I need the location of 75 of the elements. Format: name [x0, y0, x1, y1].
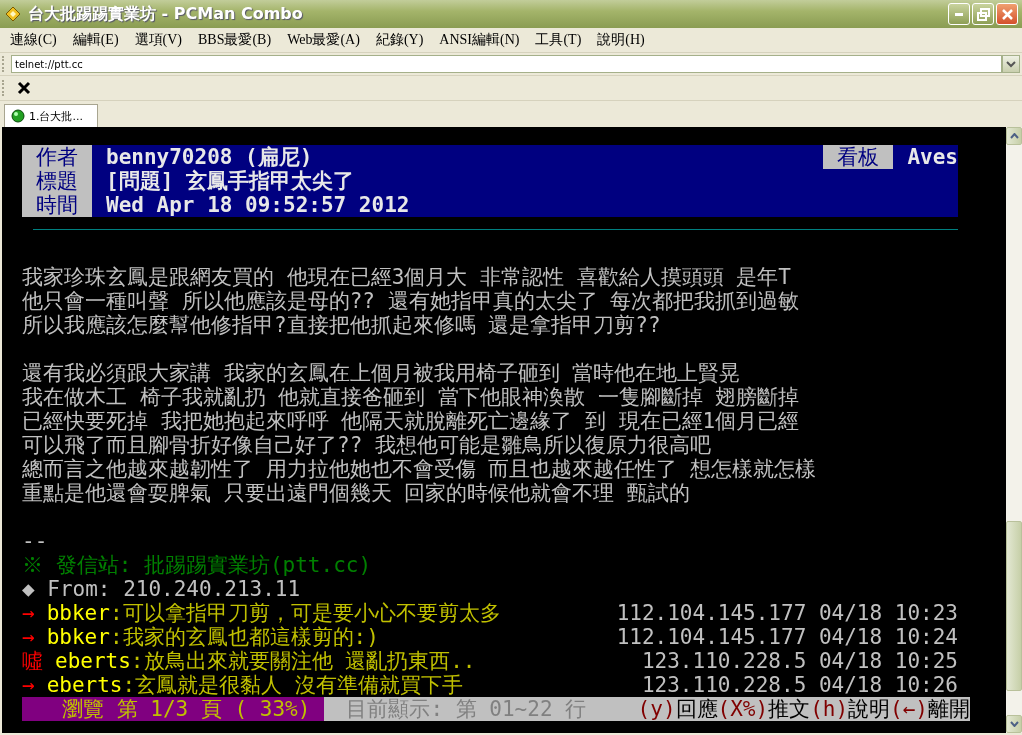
header-label: 標題	[22, 169, 92, 193]
terminal-text: 還有我必須跟大家講 我家的玄鳳在上個月被我用椅子砸到 當時他在地上賢晃	[22, 361, 741, 385]
menu-item[interactable]: ANSI編輯(N)	[431, 29, 528, 51]
push-comment: :放鳥出來就要關注他 還亂扔東西..	[130, 649, 476, 673]
window-title: 台大批踢踢實業坊 - PCMan Combo	[28, 3, 304, 25]
chevron-up-icon	[1009, 133, 1019, 139]
push-tag: →	[22, 673, 35, 697]
menu-item[interactable]: BBS最愛(B)	[190, 29, 280, 51]
push-user: eberts	[46, 673, 123, 697]
menu-item[interactable]: 說明(H)	[589, 29, 653, 51]
header-label: 看板	[823, 145, 894, 169]
restore-icon	[976, 7, 990, 21]
terminal-text: Wed Apr 18 09:52:57 2012	[106, 193, 410, 217]
menu-item[interactable]: 選項(V)	[126, 29, 190, 51]
tab[interactable]: 1.台大批...	[4, 104, 98, 127]
terminal-text: 我家珍珠玄鳳是跟網友買的 他現在已經3個月大 非常認性 喜歡給人摸頭頭 是年T	[22, 265, 791, 289]
push-tag: 噓	[22, 649, 43, 673]
push-comment: :玄鳳就是很黏人 沒有準備就買下手	[122, 673, 463, 697]
push-tag: →	[22, 625, 35, 649]
terminal-text: 重點是他還會耍脾氣 只要出遠門個幾天 回家的時候他就會不理 甄試的	[22, 481, 690, 505]
key-hint: (y)	[637, 697, 676, 721]
close-icon[interactable]	[17, 81, 31, 95]
terminal-text: 他只會一種叫聲 所以他應該是母的?? 還有她指甲真的太尖了 每次都把我抓到過敏	[22, 289, 800, 313]
status-dot-icon	[11, 109, 25, 123]
close-icon	[1001, 8, 1013, 20]
terminal-text: ◆ From: 210.240.213.11	[22, 577, 301, 601]
menu-item[interactable]: Web最愛(A)	[279, 29, 368, 51]
terminal-text: 回應	[675, 697, 718, 721]
terminal-text: 目前顯示: 第 01~22 行	[346, 697, 587, 721]
terminal-text: 112.104.145.177 04/18 10:23	[616, 601, 958, 625]
address-field[interactable]: telnet://ptt.cc	[11, 55, 1002, 73]
key-hint: (X%)	[717, 697, 769, 721]
terminal-text: 可以飛了而且腳骨折好像自己好了?? 我想他可能是雛鳥所以復原力很高吧	[22, 433, 711, 457]
terminal-text: benny70208 (扁尼)	[106, 145, 313, 169]
terminal-text: 所以我應該怎麼幫他修指甲?直接把他抓起來修嗎 還是拿指甲刀剪??	[22, 313, 661, 337]
chevron-down-icon	[1009, 721, 1019, 727]
scroll-down-button[interactable]	[1006, 715, 1022, 733]
push-comment: :我家的玄鳳也都這樣剪的:)	[109, 625, 379, 649]
header-label: 時間	[22, 193, 92, 217]
terminal-text: 112.104.145.177 04/18 10:24	[616, 625, 958, 649]
terminal-text: 推文	[768, 697, 811, 721]
minimize-button[interactable]	[948, 3, 970, 25]
chevron-down-icon	[1006, 60, 1016, 68]
terminal-text: 總而言之他越來越韌性了 用力拉他她也不會受傷 而且也越來越任性了 想怎樣就怎樣	[22, 457, 816, 481]
terminal-text: 123.110.228.5 04/18 10:25	[641, 649, 958, 673]
key-hint: (h)	[810, 697, 849, 721]
terminal-text: 已經快要死掉 我把她抱起來呼呼 他隔天就脫離死亡邊緣了 到 現在已經1個月已經	[22, 409, 800, 433]
scrollbar[interactable]	[1006, 127, 1022, 733]
scroll-up-button[interactable]	[1006, 127, 1022, 145]
menu-item[interactable]: 工具(T)	[527, 29, 590, 51]
push-user: bbker	[46, 601, 110, 625]
menu-item[interactable]: 紀錄(Y)	[367, 29, 432, 51]
terminal-text: 123.110.228.5 04/18 10:26	[641, 673, 958, 697]
close-button[interactable]	[996, 3, 1018, 25]
terminal-text: ※ 發信站: 批踢踢實業坊(ptt.cc)	[22, 553, 372, 577]
app-icon	[4, 5, 22, 23]
dropdown-button[interactable]	[1002, 55, 1020, 73]
terminal-text: Aves	[907, 145, 958, 169]
push-user: eberts	[55, 649, 131, 673]
key-hint: (←)	[890, 697, 928, 721]
scroll-thumb[interactable]	[1006, 521, 1022, 691]
push-tag: →	[22, 601, 35, 625]
header-label: 作者	[22, 145, 92, 169]
push-user: bbker	[46, 625, 110, 649]
restore-button[interactable]	[972, 3, 994, 25]
terminal-text: --	[22, 529, 48, 553]
menu-item[interactable]: 連線(C)	[2, 29, 65, 51]
menu-item[interactable]: 編輯(E)	[64, 29, 127, 51]
terminal-text: 離開	[928, 697, 970, 721]
page-indicator: 瀏覽 第 1/3 頁 ( 33%)	[62, 697, 311, 721]
terminal-text: 說明	[848, 697, 891, 721]
minimize-icon	[955, 12, 963, 16]
terminal-text: [問題] 玄鳳手指甲太尖了	[106, 169, 354, 193]
push-comment: :可以拿指甲刀剪，可是要小心不要剪太多	[109, 601, 501, 625]
terminal-text: 我在做木工 椅子我就亂扔 他就直接爸砸到 當下他眼神渙散 一隻腳斷掉 翅膀斷掉	[22, 385, 800, 409]
